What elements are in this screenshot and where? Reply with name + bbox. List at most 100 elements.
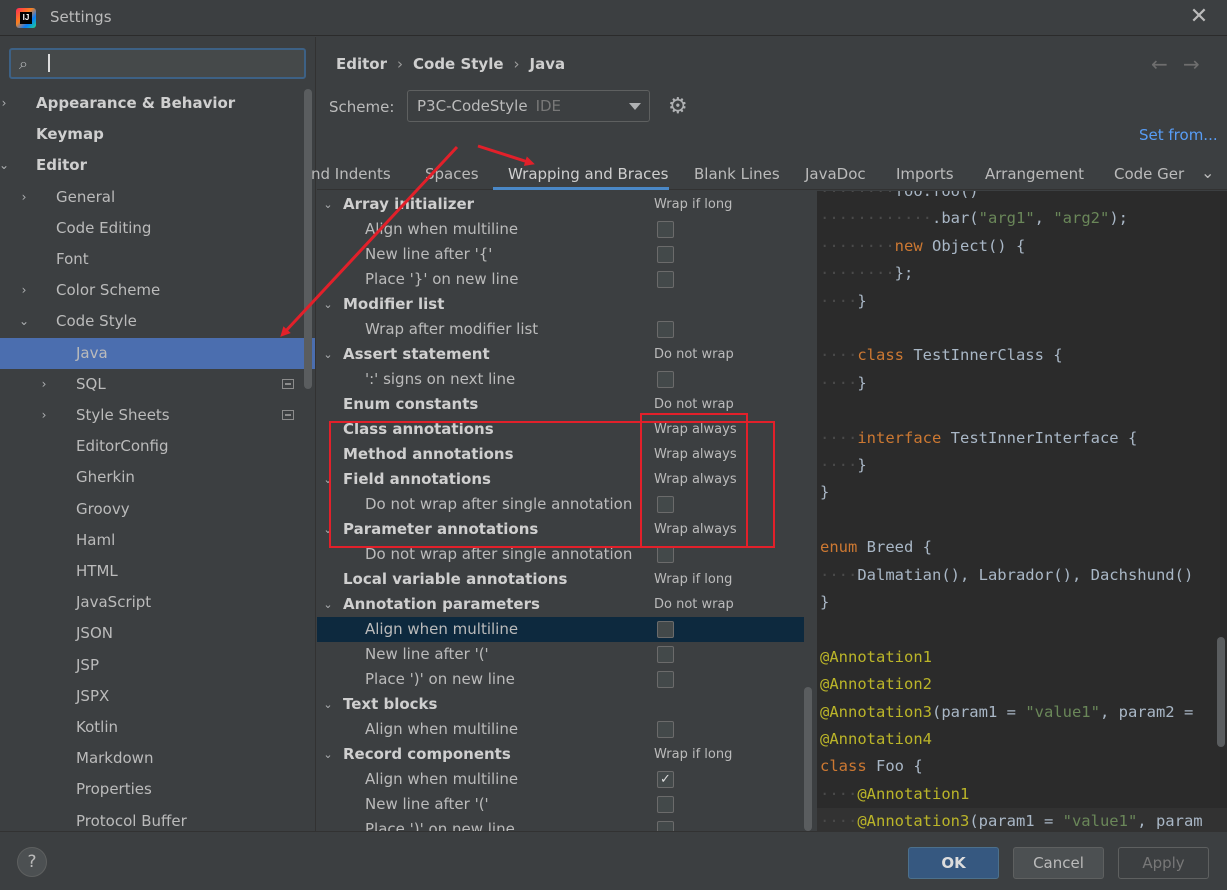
option-group-row[interactable]: ⌄ Record components Wrap if long <box>317 742 804 767</box>
chevron-down-icon[interactable]: ⌄ <box>321 292 335 317</box>
chevron-down-icon[interactable]: ⌄ <box>321 692 335 717</box>
wrap-mode-dropdown[interactable]: Do not wrap <box>654 592 734 617</box>
back-arrow-icon[interactable]: ← <box>1151 52 1168 76</box>
option-checkbox-row[interactable]: New line after '{' <box>317 242 804 267</box>
breadcrumb-editor[interactable]: Editor <box>336 55 387 73</box>
chevron-down-icon[interactable]: ⌄ <box>0 150 11 181</box>
sidebar-item[interactable]: Java <box>0 337 315 369</box>
sidebar-item[interactable]: Properties <box>0 774 304 805</box>
option-group-row[interactable]: ⌄ Array initializer Wrap if long <box>317 192 804 217</box>
cancel-button[interactable]: Cancel <box>1013 847 1104 879</box>
option-checkbox-row[interactable]: Wrap after modifier list <box>317 317 804 342</box>
sidebar-item[interactable]: › Color Scheme <box>0 275 304 306</box>
option-checkbox-row[interactable]: New line after '(' <box>317 642 804 667</box>
tab-spaces[interactable]: Spaces <box>425 165 479 183</box>
wrap-mode-dropdown[interactable]: Wrap if long <box>654 742 732 767</box>
option-checkbox-row[interactable]: Do not wrap after single annotation <box>317 492 804 517</box>
tab-blank-lines[interactable]: Blank Lines <box>694 165 780 183</box>
forward-arrow-icon[interactable]: → <box>1183 52 1200 76</box>
sidebar-scrollbar[interactable] <box>304 89 312 389</box>
help-button[interactable]: ? <box>17 847 47 877</box>
wrap-mode-dropdown[interactable]: Wrap always <box>654 442 737 467</box>
wrap-mode-dropdown[interactable]: Do not wrap <box>654 392 734 417</box>
sidebar-item[interactable]: EditorConfig <box>0 431 304 462</box>
wrap-mode-dropdown[interactable]: Do not wrap <box>654 342 734 367</box>
sidebar-item[interactable]: JSP <box>0 650 304 681</box>
sidebar-item[interactable]: Markdown <box>0 743 304 774</box>
option-checkbox[interactable] <box>657 546 674 563</box>
chevron-down-icon[interactable]: ⌄ <box>321 467 335 492</box>
scheme-dropdown[interactable]: P3C-CodeStyle IDE <box>407 90 650 122</box>
option-checkbox[interactable] <box>657 821 674 831</box>
tab-code-generation[interactable]: Code Ger <box>1114 165 1184 183</box>
option-checkbox-row[interactable]: Align when multiline <box>317 217 804 242</box>
sidebar-item[interactable]: JSON <box>0 618 304 649</box>
wrap-mode-dropdown[interactable]: Wrap always <box>654 517 737 542</box>
sidebar-item[interactable]: › Style Sheets <box>0 400 304 431</box>
chevron-down-icon[interactable]: ⌄ <box>321 342 335 367</box>
breadcrumb-code-style[interactable]: Code Style <box>413 55 504 73</box>
chevron-right-icon[interactable]: › <box>0 88 11 119</box>
chevron-down-icon[interactable]: ⌄ <box>321 517 335 542</box>
chevron-right-icon[interactable]: › <box>17 275 31 306</box>
option-group-row[interactable]: Class annotations Wrap always <box>317 417 804 442</box>
option-checkbox[interactable] <box>657 671 674 688</box>
option-checkbox-row[interactable]: Do not wrap after single annotation <box>317 542 804 567</box>
option-checkbox[interactable] <box>657 496 674 513</box>
sidebar-item[interactable]: › Appearance & Behavior <box>0 88 304 119</box>
option-group-row[interactable]: ⌄ Assert statement Do not wrap <box>317 342 804 367</box>
sidebar-item[interactable]: Font <box>0 244 304 275</box>
option-checkbox-row[interactable]: Place ')' on new line <box>317 667 804 692</box>
option-group-row[interactable]: Local variable annotations Wrap if long <box>317 567 804 592</box>
chevron-down-icon[interactable]: ⌄ <box>321 592 335 617</box>
preview-scrollbar[interactable] <box>1217 637 1225 747</box>
sidebar-item[interactable]: Kotlin <box>0 712 304 743</box>
option-checkbox-row[interactable]: New line after '(' <box>317 792 804 817</box>
search-input[interactable]: ⌕ <box>9 48 306 79</box>
sidebar-item[interactable]: Keymap <box>0 119 304 150</box>
option-checkbox[interactable] <box>657 221 674 238</box>
option-checkbox[interactable] <box>657 321 674 338</box>
tab-javadoc[interactable]: JavaDoc <box>805 165 866 183</box>
option-checkbox-row[interactable]: ':' signs on next line <box>317 367 804 392</box>
chevron-down-icon[interactable]: ⌄ <box>321 742 335 767</box>
option-checkbox-row[interactable]: Align when multiline <box>317 617 804 642</box>
chevron-right-icon[interactable]: › <box>37 400 51 431</box>
wrap-mode-dropdown[interactable]: Wrap always <box>654 417 737 442</box>
option-checkbox-row[interactable]: Align when multiline <box>317 717 804 742</box>
option-checkbox[interactable] <box>657 646 674 663</box>
sidebar-item[interactable]: › SQL <box>0 369 304 400</box>
sidebar-item[interactable]: › General <box>0 182 304 213</box>
sidebar-item[interactable]: Haml <box>0 525 304 556</box>
option-checkbox[interactable] <box>657 721 674 738</box>
sidebar-item[interactable]: Gherkin <box>0 462 304 493</box>
sidebar-item[interactable]: HTML <box>0 556 304 587</box>
chevron-down-icon[interactable]: ⌄ <box>1201 163 1214 182</box>
sidebar-item[interactable]: Protocol Buffer <box>0 806 304 831</box>
sidebar-item[interactable]: Groovy <box>0 494 304 525</box>
option-checkbox[interactable] <box>657 246 674 263</box>
tab-tabs-and-indents[interactable]: nd Indents <box>311 165 391 183</box>
wrap-mode-dropdown[interactable]: Wrap if long <box>654 567 732 592</box>
option-checkbox[interactable] <box>657 621 674 638</box>
option-checkbox[interactable] <box>657 371 674 388</box>
tab-imports[interactable]: Imports <box>896 165 954 183</box>
sidebar-item[interactable]: ⌄ Code Style <box>0 306 304 337</box>
close-icon[interactable]: ✕ <box>1187 5 1211 29</box>
option-checkbox-row[interactable]: Place ')' on new line <box>317 817 804 831</box>
option-checkbox[interactable]: ✓ <box>657 771 674 788</box>
sidebar-item[interactable]: JSPX <box>0 681 304 712</box>
option-group-row[interactable]: ⌄ Text blocks <box>317 692 804 717</box>
option-checkbox-row[interactable]: Place '}' on new line <box>317 267 804 292</box>
sidebar-item[interactable]: Code Editing <box>0 213 304 244</box>
set-from-link[interactable]: Set from... <box>1139 126 1218 144</box>
chevron-right-icon[interactable]: › <box>17 182 31 213</box>
option-checkbox-row[interactable]: Align when multiline ✓ <box>317 767 804 792</box>
option-group-row[interactable]: ⌄ Annotation parameters Do not wrap <box>317 592 804 617</box>
wrap-mode-dropdown[interactable]: Wrap if long <box>654 192 732 217</box>
chevron-right-icon[interactable]: › <box>37 369 51 400</box>
chevron-down-icon[interactable]: ⌄ <box>17 306 31 337</box>
tab-arrangement[interactable]: Arrangement <box>985 165 1084 183</box>
chevron-down-icon[interactable]: ⌄ <box>321 192 335 217</box>
option-group-row[interactable]: Method annotations Wrap always <box>317 442 804 467</box>
